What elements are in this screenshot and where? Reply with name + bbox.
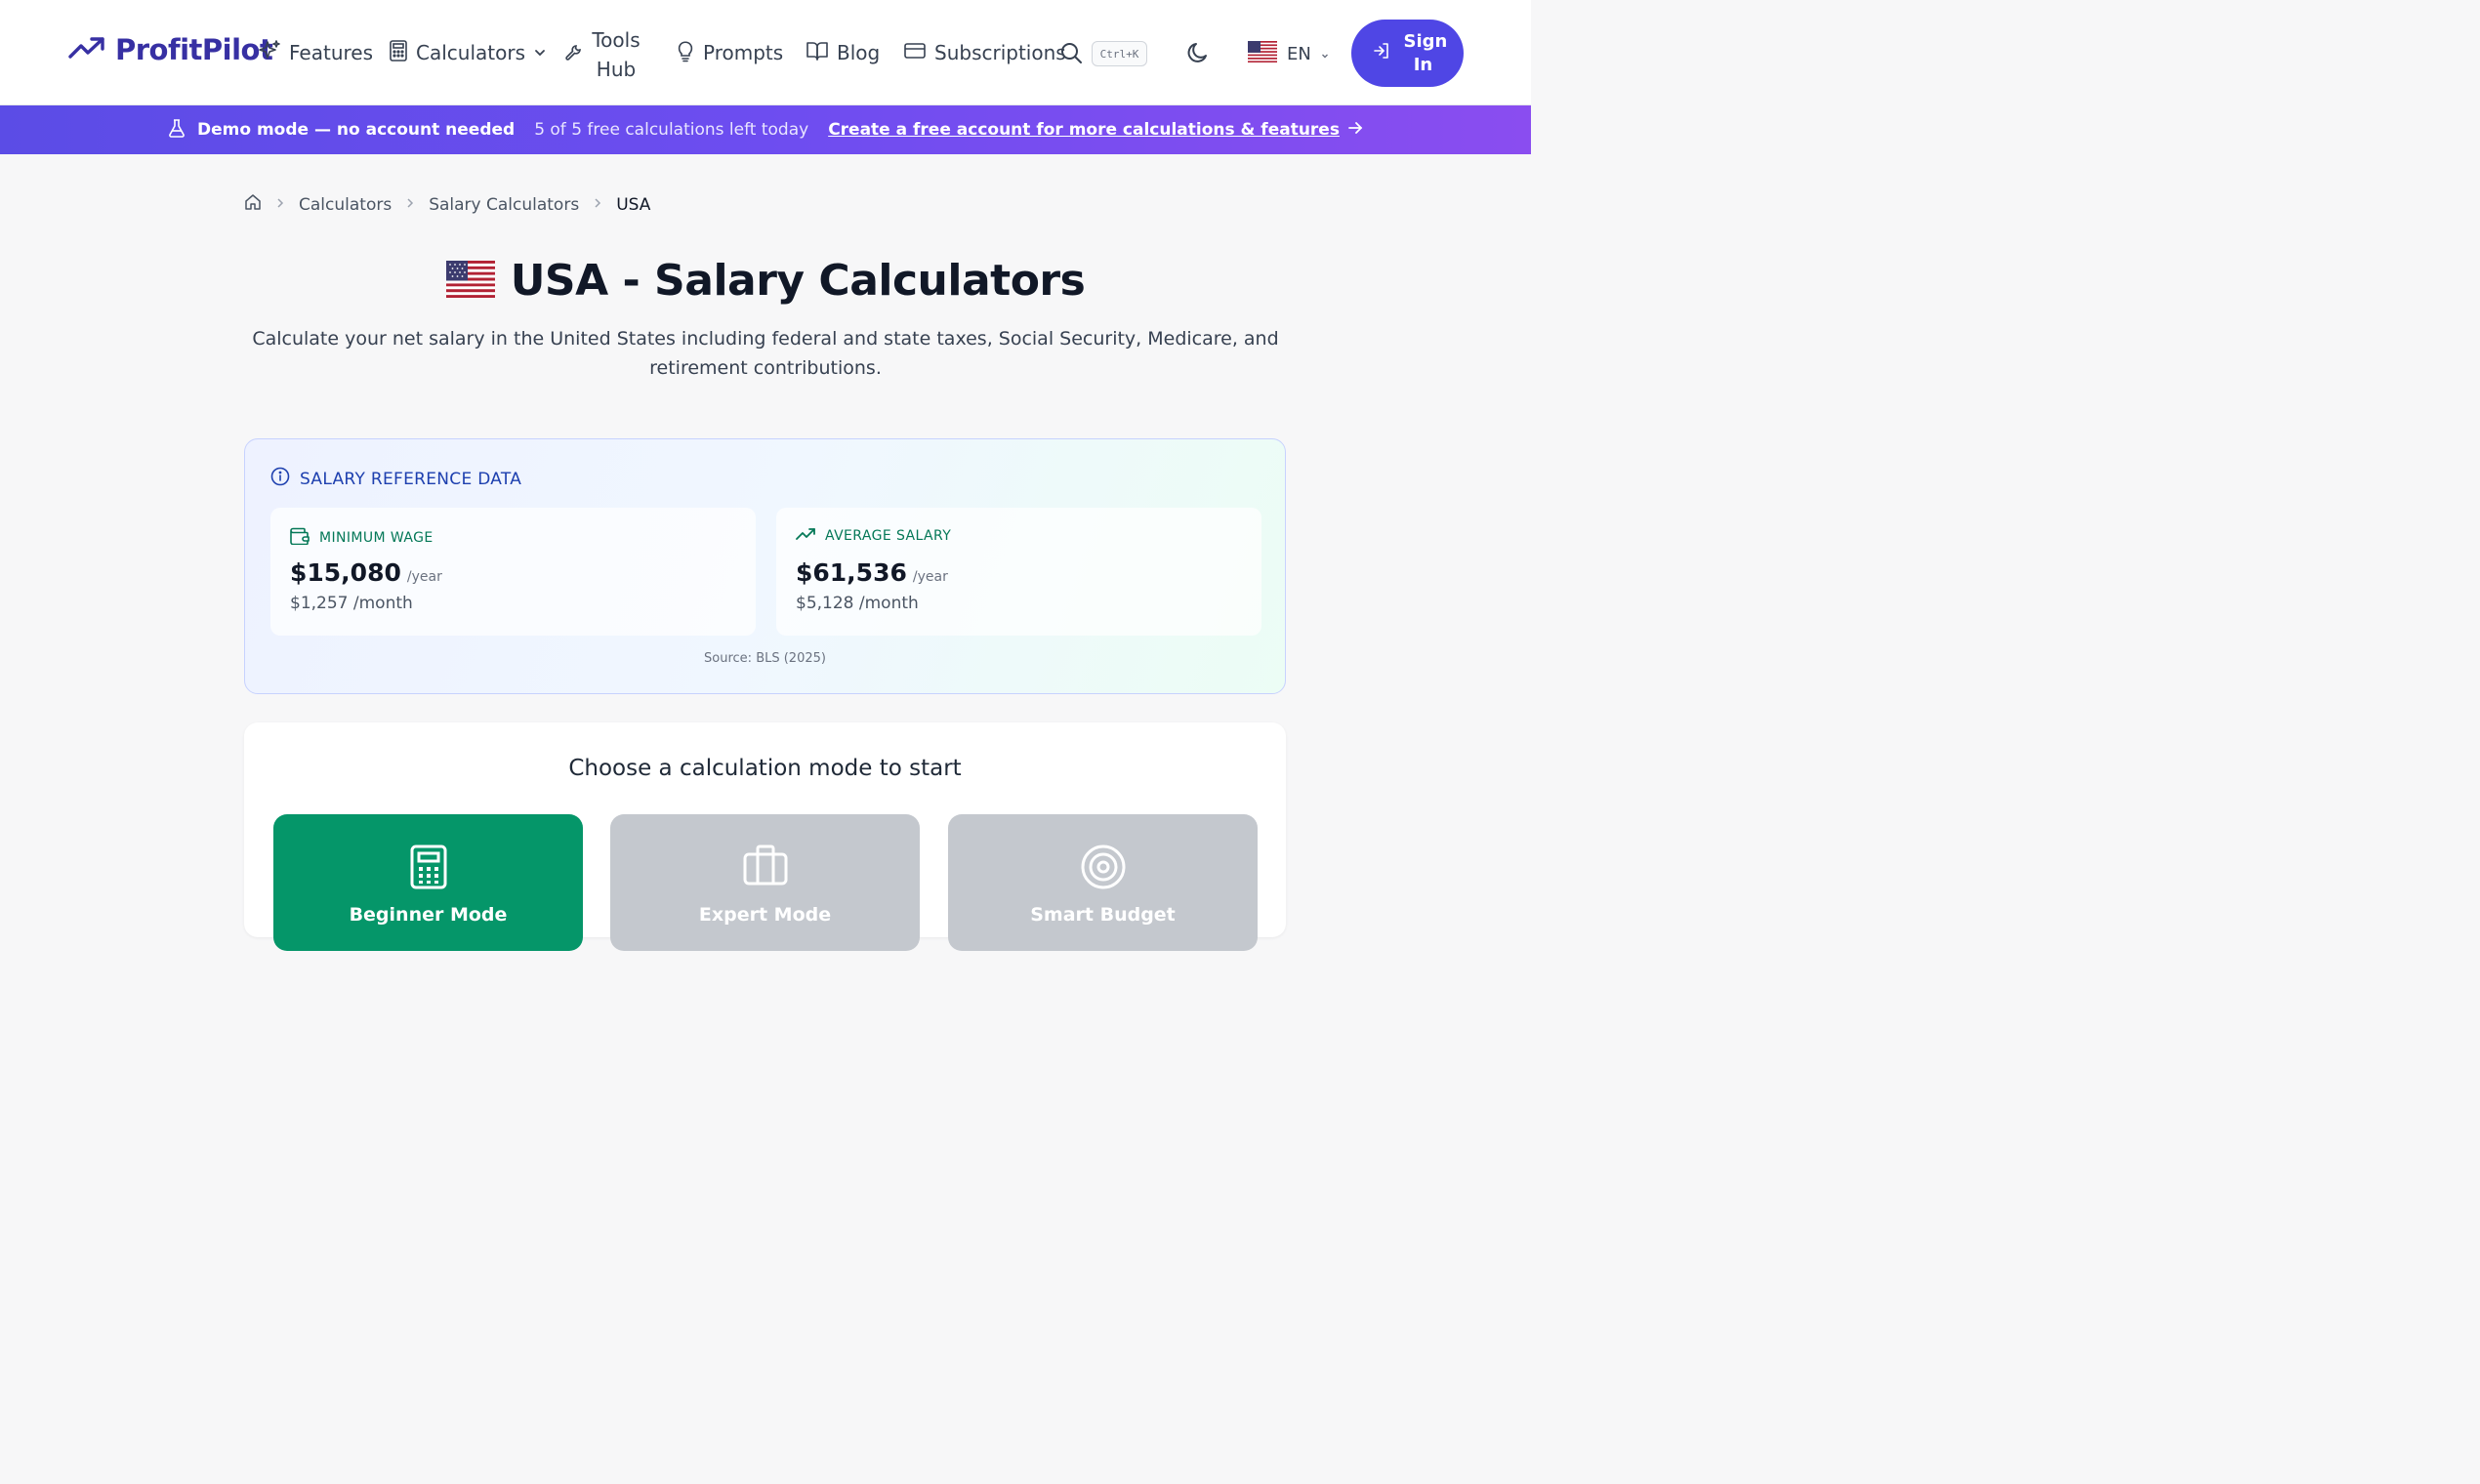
info-icon — [270, 467, 290, 491]
breadcrumb-salary-calculators[interactable]: Salary Calculators — [429, 195, 579, 215]
page-title: USA - Salary Calculators — [510, 256, 1086, 306]
calculator-icon — [273, 844, 583, 890]
average-salary-label: AVERAGE SALARY — [796, 527, 951, 545]
theme-toggle-button[interactable] — [1184, 39, 1212, 70]
search-icon — [1059, 43, 1083, 68]
lightbulb-icon — [676, 39, 695, 67]
language-label: EN — [1287, 44, 1311, 64]
breadcrumb: Calculators Salary Calculators USA — [244, 193, 650, 216]
flask-icon — [168, 118, 186, 143]
minimum-wage-monthly: $1,257 /month — [290, 594, 413, 613]
average-salary-stat: AVERAGE SALARY $61,536 /year $5,128 /mon… — [776, 508, 1261, 636]
log-in-icon — [1373, 42, 1390, 64]
chevron-right-icon — [275, 197, 285, 213]
book-open-icon — [806, 40, 829, 66]
nav-calculators[interactable]: Calculators — [389, 29, 547, 76]
us-flag-icon — [1248, 41, 1277, 67]
demo-mode-label: Demo mode — no account needed — [197, 120, 516, 140]
reference-source: Source: BLS (2025) — [704, 651, 826, 666]
expert-mode-label: Expert Mode — [698, 904, 832, 926]
chevron-down-icon — [533, 41, 547, 64]
nav-subscriptions-label: Subscriptions — [934, 41, 1066, 64]
nav-features[interactable]: Features — [258, 29, 373, 76]
minimum-wage-label: MINIMUM WAGE — [290, 527, 434, 549]
top-header: ProfitPilot Features Calculators Tools H… — [0, 0, 1531, 105]
expert-mode-button[interactable]: Expert Mode — [610, 814, 920, 951]
credit-card-icon — [903, 41, 927, 65]
nav-tools-hub-label: Tools Hub — [592, 28, 641, 81]
breadcrumb-calculators[interactable]: Calculators — [299, 195, 392, 215]
search-button[interactable] — [1059, 41, 1083, 68]
arrow-right-icon — [1347, 120, 1363, 141]
reference-heading-label: SALARY REFERENCE DATA — [300, 469, 522, 489]
average-salary-value: $61,536 /year — [796, 558, 948, 587]
search-shortcut-hint: Ctrl+K — [1092, 41, 1147, 66]
nav-calculators-label: Calculators — [416, 41, 525, 64]
trending-up-icon — [796, 527, 815, 545]
beginner-mode-button[interactable]: Beginner Mode — [273, 814, 583, 951]
trending-up-icon — [68, 36, 105, 63]
minimum-wage-stat: MINIMUM WAGE $15,080 /year $1,257 /month — [270, 508, 756, 636]
minimum-wage-label-text: MINIMUM WAGE — [319, 530, 434, 546]
target-icon — [948, 844, 1258, 890]
calculator-icon — [389, 39, 408, 67]
minimum-wage-unit: /year — [406, 569, 442, 585]
create-account-link[interactable]: Create a free account for more calculati… — [828, 120, 1340, 140]
average-salary-monthly: $5,128 /month — [796, 594, 919, 613]
smart-budget-button[interactable]: Smart Budget — [948, 814, 1258, 951]
average-salary-unit: /year — [912, 569, 948, 585]
briefcase-icon — [610, 844, 920, 886]
average-salary-yearly: $61,536 — [796, 558, 907, 587]
wrench-icon — [564, 44, 582, 65]
nav-features-label: Features — [289, 41, 373, 64]
minimum-wage-yearly: $15,080 — [290, 558, 401, 587]
chevron-right-icon — [405, 197, 415, 213]
nav-prompts-label: Prompts — [703, 41, 784, 64]
breadcrumb-home[interactable] — [244, 193, 262, 216]
breadcrumb-current: USA — [616, 194, 651, 215]
chevron-right-icon — [593, 197, 602, 213]
nav-prompts[interactable]: Prompts — [676, 29, 783, 76]
sign-in-label: Sign In — [1403, 30, 1448, 75]
home-icon — [244, 194, 262, 216]
beginner-mode-label: Beginner Mode — [349, 904, 508, 926]
nav-blog-label: Blog — [837, 41, 881, 64]
smart-budget-label: Smart Budget — [1030, 904, 1176, 926]
mode-heading: Choose a calculation mode to start — [568, 756, 962, 781]
page-subtitle: Calculate your net salary in the United … — [252, 328, 1279, 379]
wallet-icon — [290, 527, 310, 549]
logo-text: ProfitPilot — [115, 33, 273, 66]
demo-banner: Demo mode — no account needed 5 of 5 fre… — [0, 105, 1531, 154]
page-header: USA - Salary Calculators — [0, 256, 1531, 306]
nav-blog[interactable]: Blog — [806, 29, 880, 76]
language-selector[interactable]: EN — [1248, 41, 1329, 67]
calculations-remaining: 5 of 5 free calculations left today — [534, 120, 809, 140]
nav-tools-hub[interactable]: Tools Hub — [564, 25, 641, 84]
chevron-down-icon — [1321, 44, 1329, 64]
sparkles-icon — [258, 39, 281, 67]
minimum-wage-value: $15,080 /year — [290, 558, 442, 587]
calculation-mode-card: Choose a calculation mode to start Begin… — [244, 722, 1286, 951]
sign-in-button[interactable]: Sign In — [1351, 20, 1464, 87]
us-flag-icon — [445, 260, 495, 302]
logo[interactable]: ProfitPilot — [68, 33, 273, 66]
average-salary-label-text: AVERAGE SALARY — [825, 528, 952, 544]
reference-heading: SALARY REFERENCE DATA — [270, 467, 521, 491]
nav-subscriptions[interactable]: Subscriptions — [903, 29, 1066, 76]
moon-icon — [1184, 43, 1212, 70]
salary-reference-card: SALARY REFERENCE DATA MINIMUM WAGE $15,0… — [244, 438, 1286, 694]
